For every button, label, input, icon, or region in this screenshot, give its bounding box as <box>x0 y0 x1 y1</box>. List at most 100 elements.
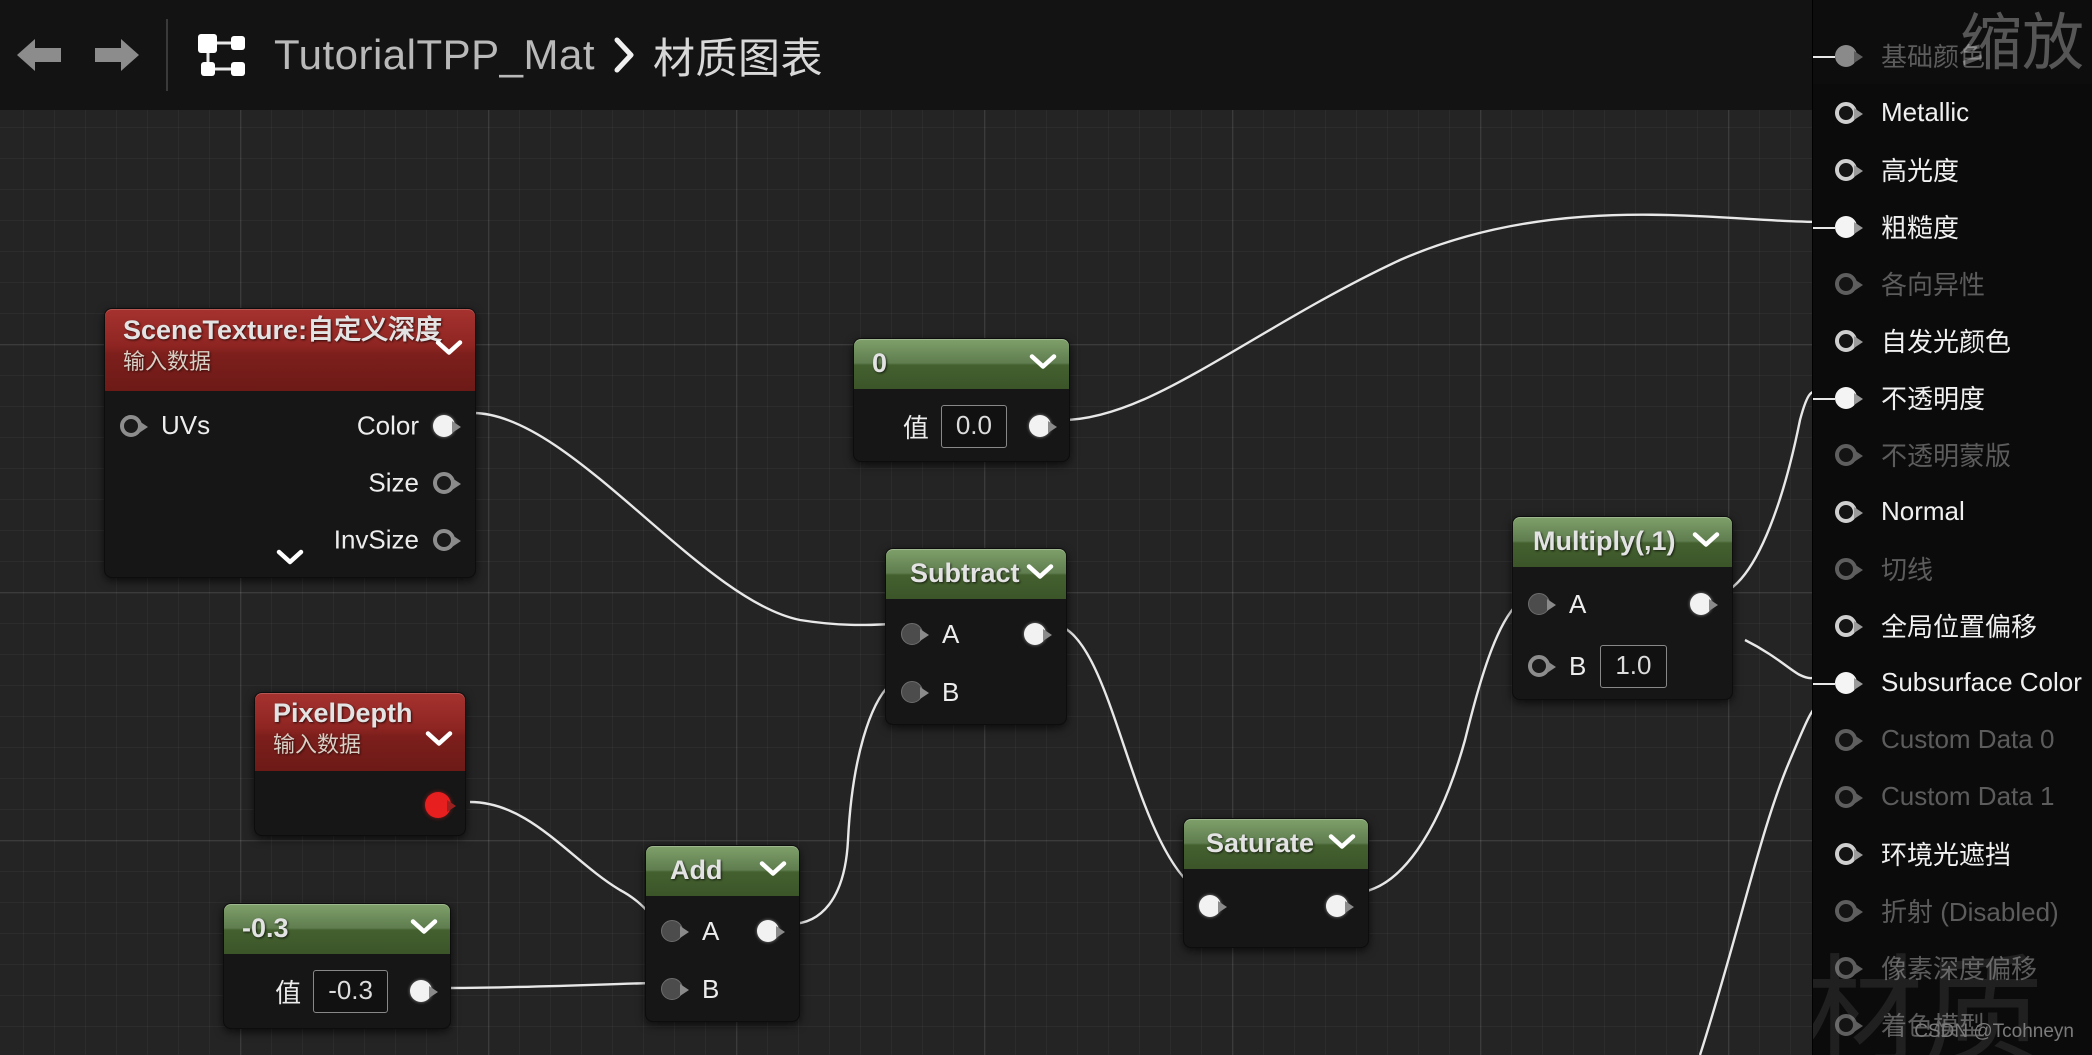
pin-row <box>255 777 465 833</box>
node-subtitle: 输入数据 <box>273 731 362 757</box>
breadcrumb-section[interactable]: 材质图表 <box>653 25 823 86</box>
output-pin-icon[interactable] <box>1835 499 1869 525</box>
node-saturate[interactable]: Saturate <box>1183 818 1369 948</box>
pin-row: Size <box>105 454 475 511</box>
chevron-down-icon[interactable] <box>759 860 787 883</box>
node-body <box>255 771 465 835</box>
material-output-pin-14[interactable]: 环境光遮挡 <box>1813 825 2092 882</box>
input-pin-b[interactable] <box>1528 653 1558 679</box>
node-pixel-depth[interactable]: PixelDepth 输入数据 <box>254 692 466 836</box>
material-output-pin-6[interactable]: 不透明度 <box>1813 369 2092 426</box>
value-field[interactable]: -0.3 <box>313 969 388 1013</box>
input-pin-a[interactable] <box>661 918 691 944</box>
pin-row: B <box>886 663 1066 721</box>
output-pin-result[interactable] <box>1024 621 1054 647</box>
material-output-pin-16[interactable]: 像素深度偏移 <box>1813 939 2092 996</box>
expand-chevron-down-icon[interactable] <box>276 548 304 571</box>
node-header[interactable]: SceneTexture:自定义深度 输入数据 <box>105 309 475 391</box>
value-row: 值 -0.3 <box>224 960 450 1022</box>
output-pin-result[interactable] <box>1690 591 1720 617</box>
material-output-pin-3[interactable]: 粗糙度 <box>1813 198 2092 255</box>
chevron-down-icon[interactable] <box>1029 353 1057 376</box>
value-field[interactable]: 0.0 <box>940 404 1007 448</box>
chevron-down-icon[interactable] <box>1692 531 1720 554</box>
output-pin-result[interactable] <box>1326 893 1356 919</box>
output-pin-pixeldepth[interactable] <box>425 792 456 818</box>
output-pin-icon[interactable] <box>1835 670 1869 696</box>
output-pin-icon[interactable] <box>1835 157 1869 183</box>
forward-button[interactable] <box>78 0 156 110</box>
output-pin-icon[interactable] <box>1835 898 1869 924</box>
node-add[interactable]: Add A B <box>645 845 800 1022</box>
chevron-down-icon[interactable] <box>1026 563 1054 586</box>
node-subtract[interactable]: Subtract A B <box>885 548 1067 725</box>
chevron-down-icon[interactable] <box>425 730 453 753</box>
input-pin-a[interactable] <box>1528 591 1558 617</box>
material-output-pin-1[interactable]: Metallic <box>1813 84 2092 141</box>
output-pin-icon[interactable] <box>1835 100 1869 126</box>
output-pin-icon[interactable] <box>1835 556 1869 582</box>
value-label: 值 <box>902 412 929 443</box>
material-output-pin-8[interactable]: Normal <box>1813 483 2092 540</box>
material-output-pin-label: Metallic <box>1881 97 1970 127</box>
material-output-pin-2[interactable]: 高光度 <box>1813 141 2092 198</box>
node-header[interactable]: Multiply(,1) <box>1513 517 1732 567</box>
node-header[interactable]: Saturate <box>1184 819 1368 869</box>
input-pin-value[interactable] <box>1199 893 1229 919</box>
output-pin-size[interactable] <box>433 470 463 496</box>
pin-label-a: A <box>702 915 720 946</box>
pin-label-color: Color <box>356 410 419 440</box>
output-pin-color[interactable] <box>433 413 463 439</box>
material-output-pin-15[interactable]: 折射 (Disabled) <box>1813 882 2092 939</box>
material-output-pin-5[interactable]: 自发光颜色 <box>1813 312 2092 369</box>
output-pin-icon[interactable] <box>1835 442 1869 468</box>
output-pin-icon[interactable] <box>1835 727 1869 753</box>
input-pin-b[interactable] <box>661 976 691 1002</box>
value-field-b[interactable]: 1.0 <box>1600 644 1667 688</box>
node-constant-zero[interactable]: 0 值 0.0 <box>853 338 1070 462</box>
material-output-pin-10[interactable]: 全局位置偏移 <box>1813 597 2092 654</box>
value-row: 值 0.0 <box>854 395 1069 457</box>
material-output-pin-13[interactable]: Custom Data 1 <box>1813 768 2092 825</box>
material-output-pin-12[interactable]: Custom Data 0 <box>1813 711 2092 768</box>
breadcrumb-asset[interactable]: TutorialTPP_Mat <box>274 31 595 79</box>
chevron-down-icon[interactable] <box>410 918 438 941</box>
output-pin-value[interactable] <box>410 978 440 1004</box>
input-pin-uvs[interactable] <box>120 413 150 439</box>
output-pin-icon[interactable] <box>1835 841 1869 867</box>
output-pin-icon[interactable] <box>1835 613 1869 639</box>
input-pin-b[interactable] <box>901 679 931 705</box>
material-output-pin-4[interactable]: 各向异性 <box>1813 255 2092 312</box>
input-pin-a[interactable] <box>901 621 931 647</box>
node-header[interactable]: Add <box>646 846 799 896</box>
output-pin-icon[interactable] <box>1835 1012 1869 1038</box>
chevron-down-icon[interactable] <box>1328 833 1356 856</box>
output-pin-icon[interactable] <box>1835 385 1869 411</box>
output-pin-icon[interactable] <box>1835 43 1869 69</box>
material-output-pin-11[interactable]: Subsurface Color <box>1813 654 2092 711</box>
output-pin-invsize[interactable] <box>433 527 463 553</box>
node-header[interactable]: Subtract <box>886 549 1066 599</box>
material-output-node[interactable]: 基础颜色 Metallic 高光度 粗糙度 各向异性自发光颜色不透明度 不透明蒙版 Norm… <box>1812 0 2092 1055</box>
chevron-down-icon[interactable] <box>435 339 463 362</box>
node-multiply[interactable]: Multiply(,1) A B 1.0 <box>1512 516 1733 700</box>
output-pin-value[interactable] <box>1029 413 1059 439</box>
node-header[interactable]: 0 <box>854 339 1069 389</box>
node-scene-texture[interactable]: SceneTexture:自定义深度 输入数据 UVs Color Size I… <box>104 308 476 578</box>
back-button[interactable] <box>0 0 78 110</box>
material-output-pin-0[interactable]: 基础颜色 <box>1813 27 2092 84</box>
output-pin-icon[interactable] <box>1835 214 1869 240</box>
output-pin-icon[interactable] <box>1835 328 1869 354</box>
material-output-pin-17[interactable]: 着色模型 <box>1813 996 2092 1053</box>
output-pin-result[interactable] <box>757 918 787 944</box>
output-pin-icon[interactable] <box>1835 784 1869 810</box>
material-output-pin-label: 自发光颜色 <box>1881 327 2012 357</box>
pin-wire-stub <box>1813 226 1835 229</box>
node-constant-neg03[interactable]: -0.3 值 -0.3 <box>223 903 451 1029</box>
output-pin-icon[interactable] <box>1835 271 1869 297</box>
node-header[interactable]: PixelDepth 输入数据 <box>255 693 465 771</box>
node-header[interactable]: -0.3 <box>224 904 450 954</box>
output-pin-icon[interactable] <box>1835 955 1869 981</box>
material-output-pin-7[interactable]: 不透明蒙版 <box>1813 426 2092 483</box>
material-output-pin-9[interactable]: 切线 <box>1813 540 2092 597</box>
